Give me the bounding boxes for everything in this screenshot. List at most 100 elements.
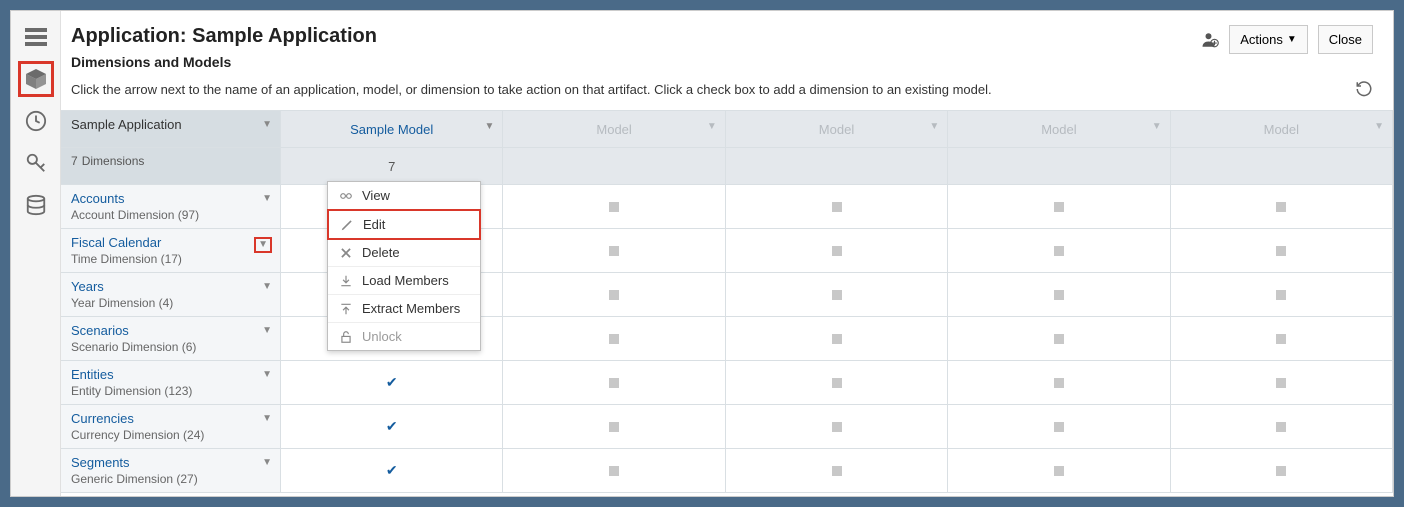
dimension-model-cell[interactable] — [503, 317, 725, 360]
dimension-cell[interactable]: EntitiesEntity Dimension (123)▼ — [61, 361, 281, 404]
dimension-menu-arrow[interactable]: ▼ — [262, 193, 272, 204]
dimension-cell[interactable]: ScenariosScenario Dimension (6)▼ — [61, 317, 281, 360]
dimension-link[interactable]: Segments — [71, 455, 270, 470]
dimension-menu-arrow[interactable]: ▼ — [262, 281, 272, 292]
application-menu-arrow[interactable]: ▼ — [262, 119, 272, 130]
dimension-model-cell[interactable] — [948, 449, 1170, 492]
dimension-model-cell[interactable] — [948, 185, 1170, 228]
refresh-button[interactable] — [1355, 80, 1373, 98]
menu-item-extract-members[interactable]: Extract Members — [328, 295, 480, 323]
model-header-2[interactable]: Model ▼ — [726, 111, 948, 147]
dimension-menu-arrow[interactable]: ▼ — [262, 457, 272, 468]
checkbox-placeholder[interactable] — [832, 422, 842, 432]
menu-item-view[interactable]: View — [328, 182, 480, 210]
menu-item-edit[interactable]: Edit — [327, 209, 481, 240]
checkbox-placeholder[interactable] — [1276, 422, 1286, 432]
dimension-model-cell[interactable] — [948, 405, 1170, 448]
dimension-model-cell[interactable] — [503, 449, 725, 492]
model-menu-arrow[interactable]: ▼ — [707, 121, 717, 132]
checkbox-placeholder[interactable] — [1054, 466, 1064, 476]
close-button[interactable]: Close — [1318, 25, 1373, 54]
checkbox-placeholder[interactable] — [832, 466, 842, 476]
dimension-model-cell[interactable] — [948, 229, 1170, 272]
dimension-model-cell[interactable]: ✔ — [281, 405, 503, 448]
dimension-model-cell[interactable] — [948, 317, 1170, 360]
dimension-model-cell[interactable] — [503, 361, 725, 404]
dimension-model-cell[interactable] — [726, 229, 948, 272]
dimension-model-cell[interactable]: ✔ — [281, 449, 503, 492]
model-header-4[interactable]: Model ▼ — [1171, 111, 1393, 147]
dimension-model-cell[interactable] — [726, 317, 948, 360]
nav-list[interactable] — [18, 19, 54, 55]
dimension-cell[interactable]: SegmentsGeneric Dimension (27)▼ — [61, 449, 281, 492]
dimension-model-cell[interactable] — [1171, 361, 1393, 404]
checkbox-placeholder[interactable] — [609, 466, 619, 476]
checkbox-placeholder[interactable] — [1276, 334, 1286, 344]
dimension-cell[interactable]: CurrenciesCurrency Dimension (24)▼ — [61, 405, 281, 448]
checkbox-placeholder[interactable] — [832, 378, 842, 388]
checkbox-placeholder[interactable] — [1276, 246, 1286, 256]
checkbox-placeholder[interactable] — [1054, 290, 1064, 300]
dimension-model-cell[interactable] — [726, 449, 948, 492]
model-menu-arrow[interactable]: ▼ — [929, 121, 939, 132]
dimension-model-cell[interactable] — [1171, 273, 1393, 316]
dimension-cell[interactable]: Fiscal CalendarTime Dimension (17)▼ — [61, 229, 281, 272]
application-header-cell[interactable]: Sample Application ▼ — [61, 111, 281, 147]
dimension-model-cell[interactable] — [726, 185, 948, 228]
checkbox-placeholder[interactable] — [832, 334, 842, 344]
dimension-model-cell[interactable] — [1171, 317, 1393, 360]
checkbox-placeholder[interactable] — [609, 290, 619, 300]
dimension-link[interactable]: Entities — [71, 367, 270, 382]
dimension-menu-arrow[interactable]: ▼ — [262, 369, 272, 380]
menu-item-load-members[interactable]: Load Members — [328, 267, 480, 295]
checkbox-placeholder[interactable] — [1054, 422, 1064, 432]
dimension-model-cell[interactable] — [503, 273, 725, 316]
checkbox-placeholder[interactable] — [1054, 378, 1064, 388]
dimension-model-cell[interactable] — [726, 405, 948, 448]
checkbox-placeholder[interactable] — [1054, 334, 1064, 344]
checkbox-placeholder[interactable] — [1276, 378, 1286, 388]
dimension-menu-arrow[interactable]: ▼ — [262, 325, 272, 336]
checkbox-placeholder[interactable] — [1276, 290, 1286, 300]
user-assign-icon[interactable] — [1201, 31, 1219, 49]
checkbox-placeholder[interactable] — [609, 422, 619, 432]
checkbox-placeholder[interactable] — [832, 290, 842, 300]
dimension-model-cell[interactable] — [948, 361, 1170, 404]
actions-button[interactable]: Actions ▼ — [1229, 25, 1308, 54]
dimension-link[interactable]: Scenarios — [71, 323, 270, 338]
dimension-model-cell[interactable] — [1171, 449, 1393, 492]
menu-item-delete[interactable]: Delete — [328, 239, 480, 267]
dimension-link[interactable]: Accounts — [71, 191, 270, 206]
checkbox-placeholder[interactable] — [1276, 466, 1286, 476]
checkbox-placeholder[interactable] — [609, 378, 619, 388]
dimension-model-cell[interactable] — [1171, 185, 1393, 228]
dimension-link[interactable]: Currencies — [71, 411, 270, 426]
dimension-model-cell[interactable]: ✔ — [281, 361, 503, 404]
dimension-link[interactable]: Fiscal Calendar — [71, 235, 270, 250]
model-header-3[interactable]: Model ▼ — [948, 111, 1170, 147]
dimension-cell[interactable]: YearsYear Dimension (4)▼ — [61, 273, 281, 316]
model-menu-arrow[interactable]: ▼ — [1152, 121, 1162, 132]
nav-security[interactable] — [18, 145, 54, 181]
dimension-model-cell[interactable] — [1171, 229, 1393, 272]
dimension-menu-arrow[interactable]: ▼ — [262, 413, 272, 424]
checkbox-placeholder[interactable] — [609, 334, 619, 344]
dimension-model-cell[interactable] — [503, 185, 725, 228]
checkbox-placeholder[interactable] — [609, 202, 619, 212]
dimension-model-cell[interactable] — [726, 273, 948, 316]
checkbox-placeholder[interactable] — [1276, 202, 1286, 212]
dimension-link[interactable]: Years — [71, 279, 270, 294]
model-menu-arrow[interactable]: ▼ — [1374, 121, 1384, 132]
dimension-model-cell[interactable] — [726, 361, 948, 404]
nav-time[interactable] — [18, 103, 54, 139]
dimension-cell[interactable]: AccountsAccount Dimension (97)▼ — [61, 185, 281, 228]
model-menu-arrow[interactable]: ▼ — [485, 121, 495, 132]
dimension-model-cell[interactable] — [503, 405, 725, 448]
checkbox-placeholder[interactable] — [609, 246, 619, 256]
dimension-model-cell[interactable] — [1171, 405, 1393, 448]
nav-application[interactable] — [18, 61, 54, 97]
dimension-model-cell[interactable] — [948, 273, 1170, 316]
nav-database[interactable] — [18, 187, 54, 223]
checkbox-placeholder[interactable] — [832, 246, 842, 256]
dimension-model-cell[interactable] — [503, 229, 725, 272]
